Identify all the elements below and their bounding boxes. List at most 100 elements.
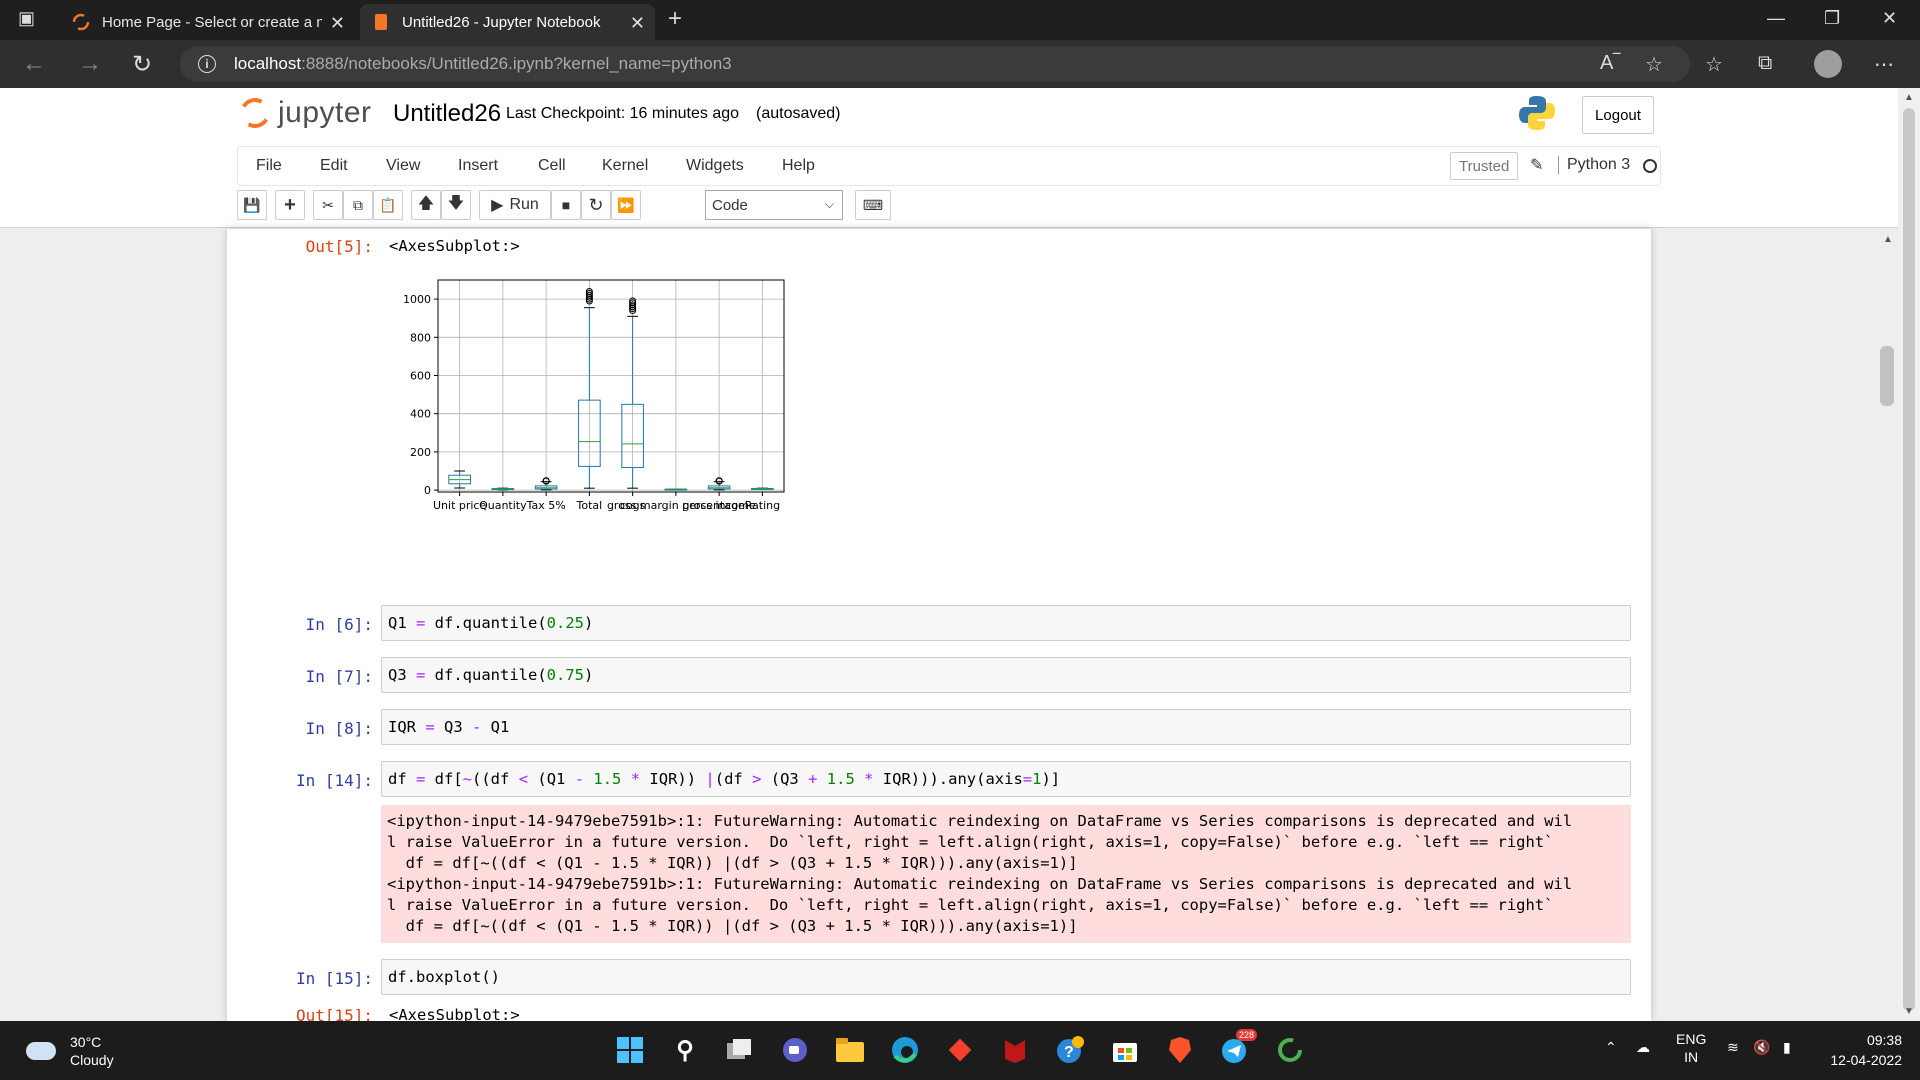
- menu-widgets[interactable]: Widgets: [686, 157, 744, 175]
- notebook-scrollbar-thumb[interactable]: [1880, 346, 1894, 406]
- collections-icon[interactable]: ⧉: [1758, 52, 1772, 75]
- stderr-line: l raise ValueError in a future version. …: [387, 833, 1554, 851]
- menu-insert[interactable]: Insert: [458, 157, 498, 175]
- code-cell-15[interactable]: df.boxplot(): [381, 959, 1631, 995]
- page-scrollbar-thumb[interactable]: [1903, 108, 1915, 1011]
- insert-cell-button[interactable]: +: [275, 190, 305, 220]
- refresh-icon[interactable]: ↻: [132, 50, 152, 79]
- close-window-icon[interactable]: ✕: [1882, 8, 1897, 29]
- restore-icon[interactable]: ❐: [1824, 8, 1840, 29]
- restart-run-all-button[interactable]: ⏩: [611, 190, 641, 220]
- menu-bar: File Edit View Insert Cell Kernel Widget…: [237, 146, 1661, 186]
- jupyter-logo[interactable]: jupyter: [236, 94, 372, 132]
- search-icon[interactable]: ⚲: [670, 1035, 700, 1065]
- git-app-icon[interactable]: [945, 1035, 975, 1065]
- language-indicator[interactable]: ENG IN: [1676, 1030, 1706, 1066]
- brave-browser-icon[interactable]: [1165, 1035, 1195, 1065]
- windows-start-icon[interactable]: [615, 1035, 645, 1065]
- copy-icon: ⧉: [353, 196, 363, 213]
- notebook-favicon-icon: [372, 13, 390, 31]
- show-hidden-icons-icon[interactable]: ⌃: [1605, 1039, 1617, 1056]
- scroll-up-icon[interactable]: ▲: [1904, 92, 1914, 103]
- page-scrollbar[interactable]: ▲ ▼: [1898, 88, 1920, 1021]
- in-prompt-15: In [15]:: [295, 969, 373, 988]
- interrupt-button[interactable]: ■: [551, 190, 581, 220]
- store-icon[interactable]: [1110, 1035, 1140, 1065]
- code-cell-6[interactable]: Q1 = df.quantile(0.25): [381, 605, 1631, 641]
- logout-button[interactable]: Logout: [1582, 96, 1654, 134]
- onedrive-cloud-icon[interactable]: ☁: [1636, 1039, 1650, 1056]
- run-button[interactable]: ▶ Run: [479, 190, 551, 220]
- copy-button[interactable]: ⧉: [343, 190, 373, 220]
- weather-widget[interactable]: 30°C Cloudy: [26, 1033, 114, 1069]
- forward-icon[interactable]: →: [78, 50, 102, 78]
- menu-kernel[interactable]: Kernel: [602, 157, 648, 175]
- save-button[interactable]: 💾: [237, 190, 267, 220]
- close-tab-icon[interactable]: ✕: [630, 13, 645, 34]
- clock[interactable]: 09:38 12-04-2022: [1820, 1030, 1902, 1070]
- notebook-title[interactable]: Untitled26: [393, 100, 501, 128]
- menu-help[interactable]: Help: [782, 157, 815, 175]
- move-up-button[interactable]: 🡅: [411, 190, 441, 220]
- favorite-add-icon[interactable]: ☆: [1645, 52, 1663, 77]
- read-aloud-icon[interactable]: A‾: [1600, 52, 1620, 75]
- stderr-line: <ipython-input-14-9479ebe7591b>:1: Futur…: [387, 812, 1573, 830]
- menu-view[interactable]: View: [386, 157, 420, 175]
- scroll-up-icon[interactable]: ▲: [1883, 234, 1893, 245]
- move-down-button[interactable]: 🡇: [441, 190, 471, 220]
- task-view-icon[interactable]: [725, 1035, 755, 1065]
- favorites-icon[interactable]: ☆: [1705, 52, 1723, 77]
- menu-file[interactable]: File: [256, 157, 282, 175]
- output-text-5: <AxesSubplot:>: [389, 237, 520, 255]
- autosave-status: (autosaved): [756, 105, 841, 122]
- cut-button[interactable]: ✂: [313, 190, 343, 220]
- windows-taskbar: 30°C Cloudy ⚲ ? 228 ⌃ ☁ ENG IN ≋ 🔇 ▮ 09:3…: [0, 1021, 1920, 1080]
- menu-edit[interactable]: Edit: [320, 157, 348, 175]
- stderr-line: <ipython-input-14-9479ebe7591b>:1: Futur…: [387, 875, 1573, 893]
- tab-untitled26[interactable]: Untitled26 - Jupyter Notebook ✕: [360, 4, 655, 40]
- minimize-icon[interactable]: —: [1767, 8, 1785, 29]
- new-tab-icon[interactable]: +: [668, 5, 682, 33]
- command-palette-button[interactable]: ⌨: [855, 190, 891, 220]
- address-bar-row: ← → ↻ i localhost:8888/notebooks/Untitle…: [0, 40, 1920, 88]
- battery-icon[interactable]: ▮: [1783, 1039, 1791, 1056]
- wifi-icon[interactable]: ≋: [1727, 1039, 1739, 1056]
- y-tick-label: 0: [424, 484, 431, 497]
- temperature: 30°C: [70, 1034, 102, 1050]
- edge-browser-icon[interactable]: [890, 1035, 920, 1065]
- code-text: df.boxplot(): [388, 968, 500, 986]
- y-tick-label: 1000: [403, 293, 431, 306]
- help-app-icon[interactable]: ?: [1055, 1035, 1085, 1065]
- code-cell-8[interactable]: IQR = Q3 - Q1: [381, 709, 1631, 745]
- code-cell-14[interactable]: df = df[~((df < (Q1 - 1.5 * IQR)) |(df >…: [381, 761, 1631, 797]
- telegram-icon[interactable]: 228: [1220, 1029, 1258, 1065]
- jupyter-logo-icon: [236, 94, 274, 132]
- code-cell-7[interactable]: Q3 = df.quantile(0.75): [381, 657, 1631, 693]
- url-path: :8888/notebooks/Untitled26.ipynb?kernel_…: [301, 54, 732, 73]
- tab-home-page[interactable]: Home Page - Select or create a n ✕: [60, 4, 355, 40]
- stderr-line: df = df[~((df < (Q1 - 1.5 * IQR)) |(df >…: [387, 854, 1078, 872]
- url-field[interactable]: i localhost:8888/notebooks/Untitled26.ip…: [180, 46, 1690, 82]
- teams-chat-icon[interactable]: [780, 1035, 810, 1065]
- region-code: IN: [1684, 1049, 1699, 1065]
- paste-button[interactable]: 📋: [373, 190, 403, 220]
- cell-type-select[interactable]: Code ⌵: [705, 190, 843, 220]
- tab-title: Untitled26 - Jupyter Notebook: [402, 13, 601, 31]
- loading-app-icon[interactable]: [1275, 1035, 1305, 1065]
- close-tab-icon[interactable]: ✕: [330, 13, 345, 34]
- cell-type-value: Code: [712, 196, 748, 214]
- mcafee-icon[interactable]: [1000, 1035, 1030, 1065]
- back-icon[interactable]: ←: [22, 50, 46, 78]
- trusted-indicator[interactable]: Trusted: [1450, 152, 1519, 180]
- scroll-down-icon[interactable]: ▼: [1904, 1006, 1914, 1017]
- restart-button[interactable]: ↻: [581, 190, 611, 220]
- keyboard-icon: ⌨: [862, 196, 884, 213]
- edit-pencil-icon[interactable]: ✎: [1530, 155, 1543, 175]
- file-explorer-icon[interactable]: [835, 1035, 865, 1065]
- tab-actions-icon[interactable]: ▣: [18, 8, 35, 29]
- volume-muted-icon[interactable]: 🔇: [1753, 1039, 1770, 1056]
- menu-cell[interactable]: Cell: [538, 157, 566, 175]
- more-icon[interactable]: ⋯: [1874, 52, 1894, 77]
- profile-avatar[interactable]: [1814, 50, 1842, 78]
- info-icon[interactable]: i: [198, 55, 216, 73]
